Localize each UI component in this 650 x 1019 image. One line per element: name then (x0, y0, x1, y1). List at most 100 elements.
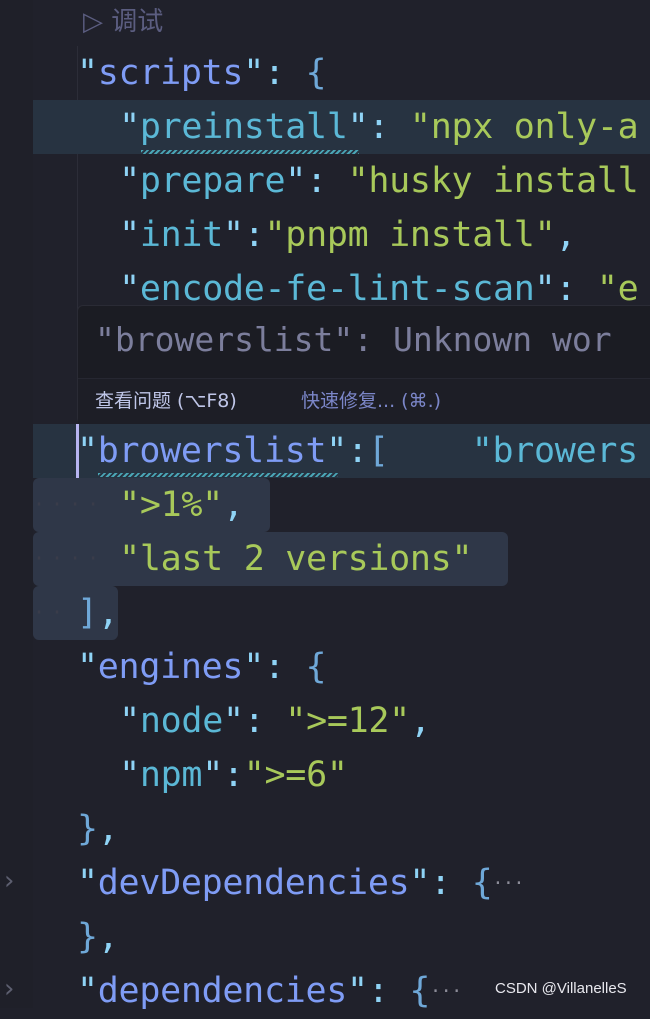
token: : (306, 161, 348, 201)
token: " (285, 161, 307, 201)
token: : (263, 647, 306, 687)
debug-codelens[interactable]: ▷ 调试 (83, 2, 163, 42)
token: " (409, 863, 431, 903)
token: browerslist (97, 431, 327, 471)
token: , (97, 917, 119, 957)
token: " (77, 971, 98, 1011)
token: : (243, 701, 286, 741)
token: : (368, 107, 410, 147)
token: ">=12" (285, 701, 410, 741)
token: , (409, 701, 431, 741)
line-browerslist[interactable]: "browerslist":[ "browers (33, 424, 650, 478)
code-text: ">1%", (119, 478, 244, 532)
folded-ellipsis-icon: ··· (430, 981, 462, 1002)
line-engines-close[interactable]: }, (33, 802, 650, 856)
line-array-close[interactable]: ], (33, 586, 650, 640)
token: ] (77, 593, 98, 633)
whitespace-marker: ···· (33, 492, 106, 516)
editor-gutter (0, 0, 33, 1008)
token: { (305, 647, 327, 687)
line-prepare[interactable]: "prepare": "husky install (33, 154, 650, 208)
fold-chevron-icon[interactable]: › (4, 866, 14, 896)
line-engines[interactable]: "engines": { (33, 640, 650, 694)
code-text: "node": ">=12", (119, 694, 431, 748)
hover-actions: 查看问题 (⌥F8) 快速修复... (⌘.) (78, 378, 650, 424)
token: " (119, 269, 140, 309)
token: : (243, 215, 265, 255)
line-node[interactable]: "node": ">=12", (33, 694, 650, 748)
token: " (222, 701, 244, 741)
line-init[interactable]: "init":"pnpm install", (33, 208, 650, 262)
line-devDependencies[interactable]: "devDependencies": {··· (33, 856, 650, 910)
token: { (471, 863, 493, 903)
token: npm (139, 755, 203, 795)
token: } (77, 809, 98, 849)
view-problem-link[interactable]: 查看问题 (⌥F8) (95, 379, 237, 424)
line-last-2-versions[interactable]: "last 2 versions" (33, 532, 650, 586)
token: " (77, 53, 98, 93)
code-text: "dependencies": {··· (77, 964, 462, 1019)
spelling-warning-squiggle (98, 473, 338, 477)
code-text: "preinstall": "npx only-a (119, 100, 639, 154)
token: "pnpm install" (264, 215, 556, 255)
token: "e (596, 269, 639, 309)
token: node (139, 701, 223, 741)
token: : (347, 431, 368, 471)
whitespace-marker: ···· (33, 546, 106, 570)
line-preinstall[interactable]: "preinstall": "npx only-a (33, 100, 650, 154)
line-devDependencies-close[interactable]: }, (33, 910, 650, 964)
token: ">1%" (119, 485, 223, 525)
code-text: "prepare": "husky install (119, 154, 639, 208)
token: " (77, 863, 98, 903)
token: scripts (97, 53, 244, 93)
line-scripts[interactable]: "scripts": { (33, 46, 650, 100)
text-cursor (76, 424, 79, 478)
token: , (97, 593, 119, 633)
token: " (119, 701, 140, 741)
play-outline-icon: ▷ (83, 7, 103, 37)
token: " (243, 647, 264, 687)
token: " (243, 53, 264, 93)
token: { (305, 53, 327, 93)
hover-tooltip: "browerslist": Unknown wor 查看问题 (⌥F8) 快速… (77, 305, 650, 424)
token: preinstall (139, 107, 348, 147)
token: "last 2 versions" (119, 539, 473, 579)
whitespace-marker: ·· (33, 600, 70, 624)
token: " (119, 107, 140, 147)
token: "husky install (347, 161, 639, 201)
line-npm[interactable]: "npm":">=6" (33, 748, 650, 802)
code-text: "engines": { (77, 640, 327, 694)
token: , (222, 485, 244, 525)
token: ">=6" (243, 755, 348, 795)
code-text: "scripts": { (77, 46, 327, 100)
token: [ (367, 431, 389, 471)
quick-fix-link[interactable]: 快速修复... (⌘.) (301, 379, 441, 424)
token: : (555, 269, 597, 309)
code-text: "npm":">=6" (119, 748, 348, 802)
hover-message: "browerslist": Unknown wor (95, 320, 612, 359)
token: } (77, 917, 98, 957)
token: , (97, 809, 119, 849)
token: " (347, 107, 369, 147)
token: " (119, 755, 140, 795)
token: "npx only-a (409, 107, 639, 147)
token: " (119, 161, 140, 201)
token: " (77, 431, 98, 471)
code-text: }, (77, 802, 119, 856)
token: " (119, 215, 140, 255)
token: " (77, 647, 98, 687)
token: encode-fe-lint-scan (139, 269, 535, 309)
token: : (263, 53, 306, 93)
token: "browers (388, 431, 638, 471)
spelling-warning-squiggle (141, 150, 359, 154)
line-1-percent[interactable]: ">1%", (33, 478, 650, 532)
code-text: ], (77, 586, 119, 640)
token: " (222, 215, 244, 255)
code-text: }, (77, 910, 119, 964)
fold-chevron-icon[interactable]: › (4, 974, 14, 1004)
token: engines (97, 647, 244, 687)
token: " (347, 971, 368, 1011)
token: devDependencies (97, 863, 410, 903)
token: init (139, 215, 223, 255)
code-text: "browerslist":[ "browers (77, 424, 638, 478)
